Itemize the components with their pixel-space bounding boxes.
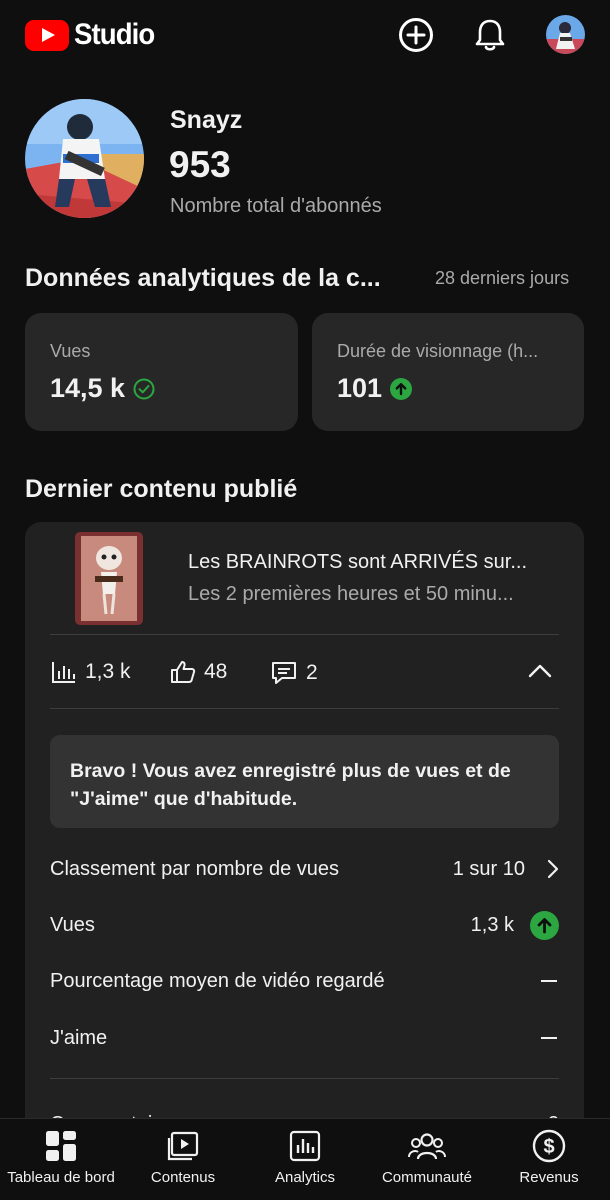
nav-label: Revenus <box>519 1169 579 1186</box>
avg-percentage-row: Pourcentage moyen de vidéo regardé <box>50 961 559 1001</box>
views-value: 14,5 k <box>50 373 126 403</box>
community-icon <box>408 1129 446 1163</box>
views-stat-card[interactable]: Vues 14,5 k <box>25 313 298 431</box>
latest-content-card[interactable]: Les BRAINROTS sont ARRIVÉS sur... Les 2 … <box>25 522 584 1162</box>
notifications-button[interactable] <box>471 16 509 54</box>
video-subtitle: Les 2 premières heures et 50 minu... <box>188 583 514 605</box>
bar-chart-icon <box>52 662 75 683</box>
views-row-value: 1,3 k <box>470 913 514 936</box>
row-value <box>541 980 559 982</box>
nav-item-revenue[interactable]: $ Revenus <box>488 1129 610 1186</box>
video-thumbnail-image <box>75 532 143 625</box>
arrow-up-circle-icon <box>530 910 559 940</box>
empty-value-dash <box>541 1037 557 1039</box>
nav-label: Contenus <box>150 1169 216 1186</box>
nav-label: Tableau de bord <box>7 1169 115 1186</box>
row-label: Vues <box>50 913 95 936</box>
stat-value: 101 <box>337 373 413 404</box>
chevron-up-icon <box>528 664 552 678</box>
channel-avatar[interactable] <box>25 99 144 218</box>
watch-time-stat-card[interactable]: Durée de visionnage (h... 101 <box>312 313 584 431</box>
row-value: 1 sur 10 <box>453 858 559 881</box>
analytics-section-title[interactable]: Données analytiques de la c... <box>25 264 381 293</box>
app-title: Studio <box>74 18 155 51</box>
bell-icon <box>475 19 505 51</box>
row-value: 1,3 k <box>470 910 559 940</box>
likes-row: J'aime <box>50 1018 559 1058</box>
nav-item-community[interactable]: Communauté <box>366 1129 488 1186</box>
plus-circle-icon <box>399 18 433 52</box>
dashboard-icon <box>45 1129 77 1163</box>
youtube-logo-icon <box>25 19 69 51</box>
stat-label: Durée de visionnage (h... <box>337 341 539 361</box>
row-label: Pourcentage moyen de vidéo regardé <box>50 969 385 992</box>
views-count: 1,3 k <box>85 660 131 683</box>
revenue-icon: $ <box>532 1129 566 1163</box>
likes-count: 48 <box>204 660 228 683</box>
views-row: Vues 1,3 k <box>50 905 559 945</box>
performance-banner: Bravo ! Vous avez enregistré plus de vue… <box>50 735 559 828</box>
channel-avatar-image <box>25 99 144 218</box>
bottom-navigation: Tableau de bord Contenus Analytics Commu… <box>0 1118 610 1200</box>
nav-item-content[interactable]: Contenus <box>122 1129 244 1186</box>
row-label: Classement par nombre de vues <box>50 857 340 880</box>
svg-text:$: $ <box>543 1136 554 1158</box>
empty-value-dash <box>541 980 557 982</box>
subscriber-count-label: Nombre total d'abonnés <box>170 195 382 217</box>
divider <box>50 1078 559 1079</box>
stat-value: 14,5 k <box>50 373 155 404</box>
video-title[interactable]: Les BRAINROTS sont ARRIVÉS sur... <box>188 551 527 574</box>
thumb-up-icon <box>171 661 196 683</box>
channel-name: Snayz <box>170 106 243 134</box>
content-icon <box>166 1129 200 1163</box>
analytics-icon <box>289 1129 321 1163</box>
avatar-image <box>546 15 585 54</box>
subscriber-count: 953 <box>169 144 231 185</box>
video-thumbnail[interactable] <box>75 532 143 625</box>
studio-logo[interactable]: Studio <box>25 18 161 52</box>
analytics-period: 28 derniers jours <box>435 268 570 288</box>
nav-item-analytics[interactable]: Analytics <box>244 1129 366 1186</box>
arrow-up-circle-icon <box>390 377 413 400</box>
create-button[interactable] <box>397 16 435 54</box>
latest-content-title: Dernier contenu publié <box>25 475 298 503</box>
nav-item-dashboard[interactable]: Tableau de bord <box>0 1129 122 1186</box>
ranking-value: 1 sur 10 <box>452 857 525 880</box>
comment-icon <box>272 662 296 684</box>
comments-metric: 2 <box>270 660 318 686</box>
top-bar: Studio <box>0 0 610 72</box>
ranking-row[interactable]: Classement par nombre de vues 1 sur 10 <box>50 849 559 889</box>
check-circle-icon <box>133 378 155 400</box>
comments-count: 2 <box>306 661 318 684</box>
collapse-button[interactable] <box>527 662 553 685</box>
nav-label: Analytics <box>274 1169 336 1186</box>
row-label: J'aime <box>50 1026 108 1049</box>
divider <box>50 634 559 635</box>
divider <box>50 708 559 709</box>
row-value <box>541 1037 559 1039</box>
account-avatar[interactable] <box>546 15 585 54</box>
views-metric: 1,3 k <box>51 660 131 684</box>
stat-label: Vues <box>50 341 91 361</box>
chevron-right-icon <box>547 859 559 879</box>
likes-metric: 48 <box>170 660 227 684</box>
watch-time-value: 101 <box>337 373 383 403</box>
nav-label: Communauté <box>381 1169 473 1186</box>
